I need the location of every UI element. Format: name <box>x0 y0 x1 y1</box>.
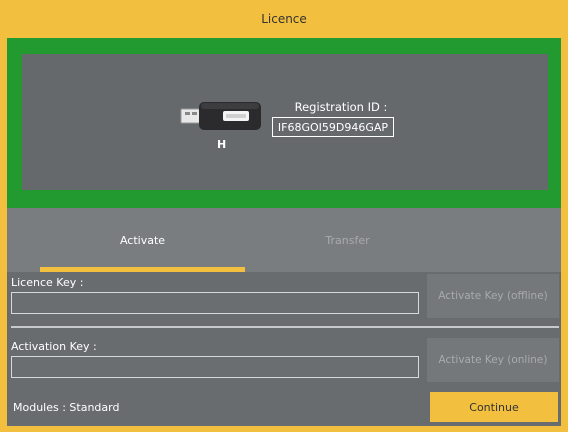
modules-text: Modules : Standard <box>13 401 120 414</box>
registration-id-value: IF68GOI59D946GAP <box>272 117 394 137</box>
activation-key-label: Activation Key : <box>11 340 97 353</box>
continue-button[interactable]: Continue <box>430 392 558 422</box>
tab-bar: Activate Transfer <box>7 208 561 272</box>
registration-id-label: Registration ID : <box>294 100 388 114</box>
window-title: Licence <box>0 0 568 38</box>
drive-letter: H <box>217 138 227 151</box>
footer-bar: Modules : Standard Continue <box>7 388 561 426</box>
licence-key-input[interactable] <box>11 292 419 314</box>
activation-key-input[interactable] <box>11 356 419 378</box>
activate-key-offline-button[interactable]: Activate Key (offline) <box>427 274 559 318</box>
tab-transfer[interactable]: Transfer <box>245 208 450 272</box>
device-panel: H Registration ID : IF68GOI59D946GAP <box>22 54 548 190</box>
activate-key-online-button[interactable]: Activate Key (online) <box>427 338 559 382</box>
activation-form: Licence Key : Activate Key (offline) Act… <box>7 272 561 388</box>
tab-activate[interactable]: Activate <box>40 208 245 272</box>
device-frame: H Registration ID : IF68GOI59D946GAP <box>7 38 561 208</box>
form-divider <box>11 326 559 328</box>
licence-key-label: Licence Key : <box>11 276 84 289</box>
usb-drive-icon <box>179 99 263 133</box>
licence-window: H Registration ID : IF68GOI59D946GAP Act… <box>7 38 561 426</box>
